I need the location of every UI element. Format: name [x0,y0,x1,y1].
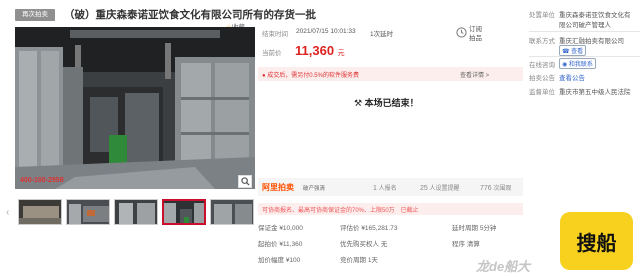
deposit-field: 保证金 ¥10,000 [258,225,303,232]
appraisal-field: 评估价 ¥165,281.73 [340,225,398,232]
page-title: （破）重庆森泰诺亚饮食文化有限公司所有的存货一批 [64,9,316,21]
current-price-label: 当前价 [262,50,282,57]
platform-subtitle: 破产强清 [303,186,326,192]
contact-value: 重庆汇融拍卖有限公司 [559,38,624,45]
contact-phone-button[interactable]: ☎ 查看 [559,45,587,56]
main-image[interactable] [15,27,255,189]
end-time-value: 2021/07/15 10:01:33 [296,28,356,35]
thumbnail[interactable] [114,199,158,225]
subscribe-button[interactable]: 订阅 拍品 [469,25,482,43]
thumbnail-selected[interactable] [162,199,206,225]
court-value: 重庆市第五中级人民法院 [559,89,631,96]
contact-label: 联系方式 [529,38,555,45]
view-notice-link[interactable]: 查看公告 [559,72,585,82]
hammer-icon: ⚒ [354,98,363,108]
deposit-warning-text: 可协商报名、最高可协商保证金的70%、上限50万 已截止 [262,208,419,214]
stat-views: 776 次围观 [480,185,512,192]
clock-icon [456,27,467,38]
stat-registered: 1 人报名 [373,185,397,192]
current-price: 11,360 元 [295,43,345,58]
disposal-unit-line2: 限公司破产管理人 [559,22,611,29]
disposal-unit-line1: 重庆森泰诺亚饮食文化有 [559,12,631,19]
disposal-unit-label: 处置单位 [529,12,555,19]
info-icon: ● [262,73,266,79]
delay-count: 1次延时 [370,31,394,38]
platform-logo: 阿里拍卖 [262,183,294,192]
divider [529,56,640,57]
consult-label: 在线咨询 [529,62,555,69]
souchuan-badge: 搜船 [560,212,633,270]
thumbnail[interactable] [210,199,254,225]
court-label: 监督单位 [529,89,555,96]
watermark: 龙de船大 [476,259,531,274]
starting-price-field: 起拍价 ¥11,360 [258,241,303,248]
delay-period-field: 延时周期 5分钟 [452,225,497,232]
search-icon [240,177,250,186]
chat-button[interactable]: ◉ 和我联系 [559,58,596,69]
fee-details-link[interactable]: 查看详情 > [460,70,489,79]
kitchen-photo [15,27,255,189]
status-badge: 再次拍卖 [15,9,55,21]
chat-icon: ◉ [562,62,568,68]
phone-watermark: 400-100-2958 [20,177,64,184]
thumbnail[interactable] [66,199,110,225]
end-time-label: 结束时间 [262,31,288,38]
divider [529,31,640,32]
fee-notice-text: ● 成交后，需另付0.5%的软件服务费 [262,73,359,79]
priority-buyer-field: 优先购买权人 无 [340,241,388,248]
bidding-period-field: 竞价周期 1天 [340,257,378,264]
thumbnail[interactable] [18,199,62,225]
notice-label: 拍卖公告 [529,75,555,82]
procedure-field: 程序 清算 [452,241,480,248]
increment-field: 加价幅度 ¥100 [258,257,301,264]
thumb-prev-icon[interactable]: ‹ [6,207,9,218]
auction-ended-text: ⚒ 本场已结束！ [354,98,419,108]
zoom-button[interactable] [238,175,252,188]
stat-reminders: 25 人设置提醒 [420,185,460,192]
